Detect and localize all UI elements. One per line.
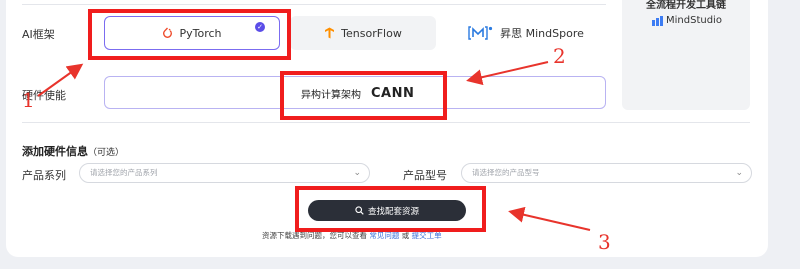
annotation-arrow-2: [466, 61, 549, 86]
annotation-arrows: [37, 61, 591, 231]
annotation-number-2: 2: [553, 44, 566, 68]
annotation-arrow-3: [508, 206, 591, 231]
annotation-number-1: 1: [22, 88, 35, 112]
annotation-arrow-1: [37, 63, 84, 97]
annotation-number-3: 3: [598, 230, 611, 254]
